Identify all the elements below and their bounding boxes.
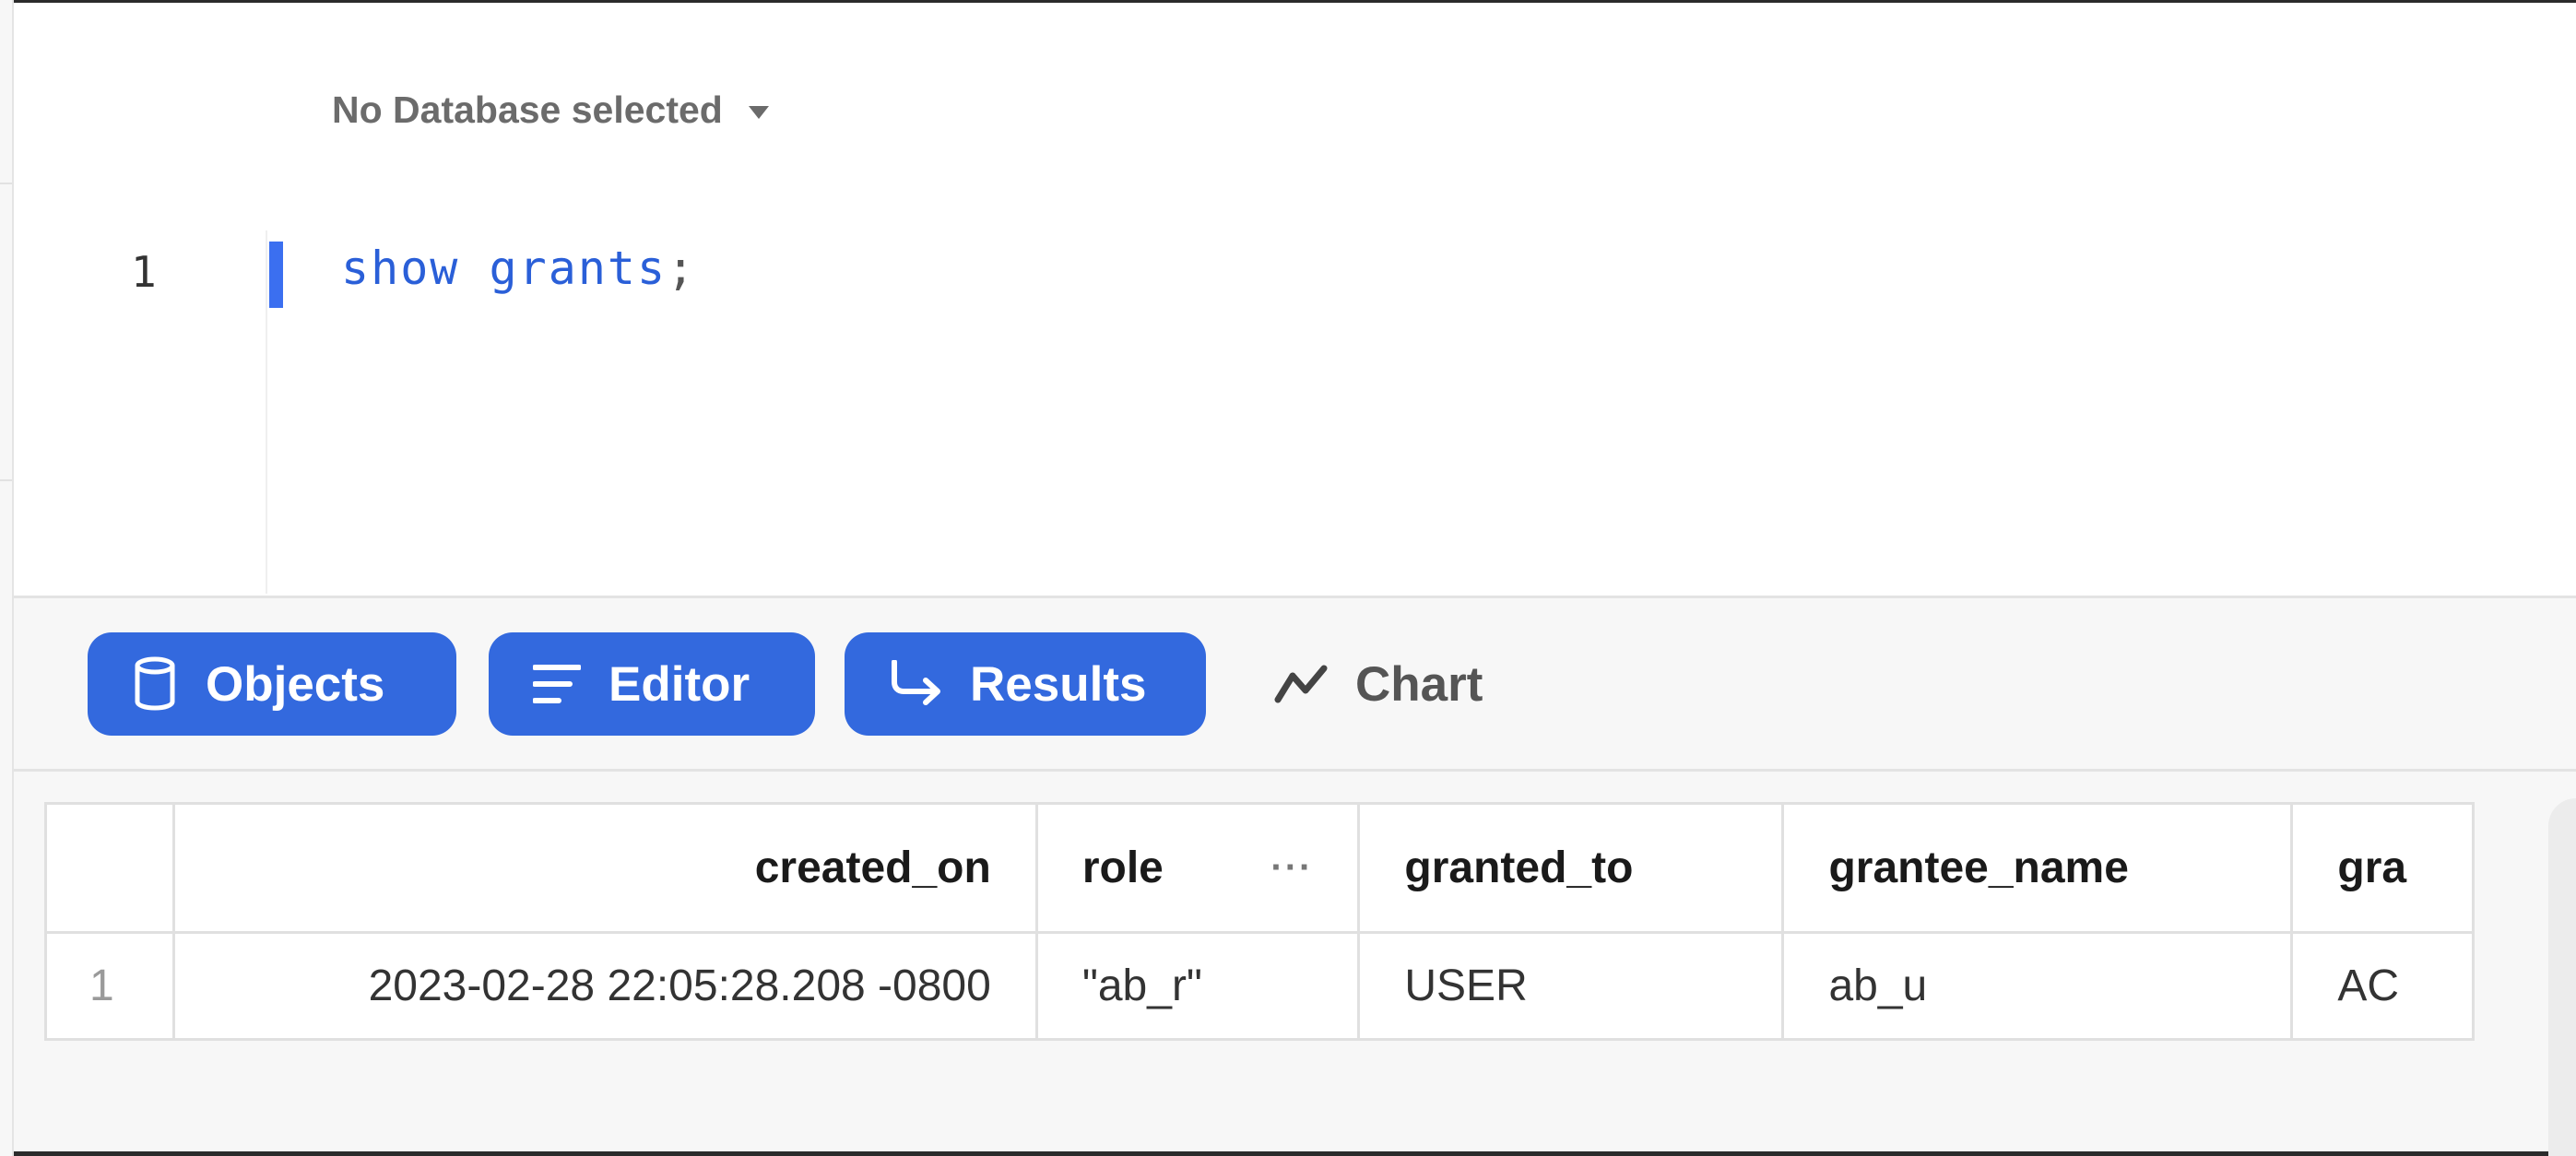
chevron-down-icon	[748, 105, 769, 119]
more-horizontal-icon[interactable]: ···	[1270, 847, 1313, 889]
chart-label: Chart	[1355, 656, 1483, 712]
cell-role[interactable]: "ab_r"	[1034, 931, 1361, 1041]
results-grid: created_on role ··· granted_to grantee_n…	[44, 802, 2475, 1044]
row-index-header	[44, 802, 175, 934]
column-header-granted-to[interactable]: granted_to	[1357, 802, 1785, 934]
active-line-marker	[269, 242, 283, 308]
cell-truncated[interactable]: AC	[2290, 931, 2475, 1041]
side-panel-edge	[2548, 798, 2576, 1156]
database-icon	[135, 656, 175, 711]
objects-button[interactable]: Objects	[88, 632, 456, 736]
rail-divider	[0, 479, 12, 481]
sql-keyword: show grants	[341, 242, 668, 295]
database-selector[interactable]: No Database selected	[332, 88, 769, 132]
chart-button[interactable]: Chart	[1274, 632, 1483, 736]
cell-created-on[interactable]: 2023-02-28 22:05:28.208 -0800	[172, 931, 1038, 1041]
arrow-return-icon	[892, 660, 940, 705]
objects-label: Objects	[206, 656, 385, 712]
sql-punctuation: ;	[667, 242, 697, 295]
column-header-grantee-name[interactable]: grantee_name	[1781, 802, 2294, 934]
cell-granted-to[interactable]: USER	[1357, 931, 1785, 1041]
results-label: Results	[970, 656, 1147, 712]
lines-icon	[533, 665, 581, 703]
column-header-truncated[interactable]: gra	[2290, 802, 2475, 934]
column-header-created-on[interactable]: created_on	[172, 802, 1038, 934]
editor-gutter-divider	[266, 230, 267, 594]
line-number: 1	[131, 247, 157, 297]
column-header-role[interactable]: role ···	[1034, 802, 1361, 934]
table-header-row: created_on role ··· granted_to grantee_n…	[44, 802, 2475, 934]
line-chart-icon	[1274, 665, 1328, 703]
results-table: created_on role ··· granted_to grantee_n…	[44, 802, 2475, 1041]
table-row[interactable]: 1 2023-02-28 22:05:28.208 -0800 "ab_r" U…	[44, 931, 2475, 1041]
left-rail	[0, 0, 14, 1156]
rail-divider	[0, 183, 12, 184]
results-toolbar: Objects Editor Results Chart	[14, 596, 2576, 772]
row-index: 1	[44, 931, 175, 1041]
database-selector-label: No Database selected	[332, 88, 723, 131]
editor-label: Editor	[609, 656, 750, 712]
results-button[interactable]: Results	[845, 632, 1206, 736]
cell-grantee-name[interactable]: ab_u	[1781, 931, 2294, 1041]
code-editor-line[interactable]: show grants;	[341, 242, 696, 295]
editor-button[interactable]: Editor	[489, 632, 815, 736]
